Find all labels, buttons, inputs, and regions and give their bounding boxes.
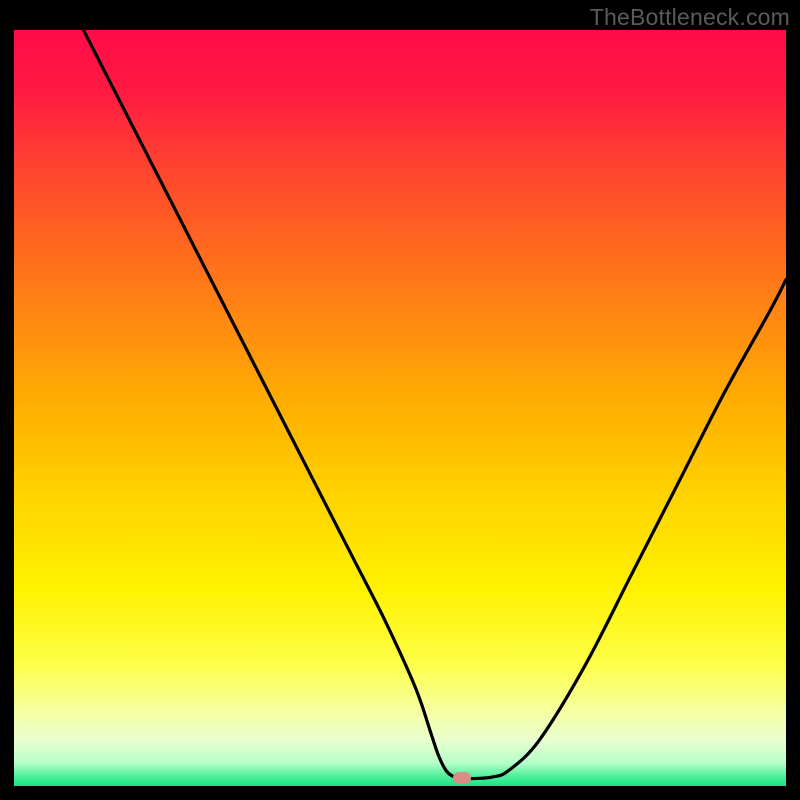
marker-dot: [453, 772, 471, 784]
chart-svg: [14, 30, 786, 786]
plot-area: [14, 30, 786, 786]
chart-frame: TheBottleneck.com: [0, 0, 800, 800]
gradient-background: [14, 30, 786, 786]
watermark-text: TheBottleneck.com: [590, 4, 790, 31]
